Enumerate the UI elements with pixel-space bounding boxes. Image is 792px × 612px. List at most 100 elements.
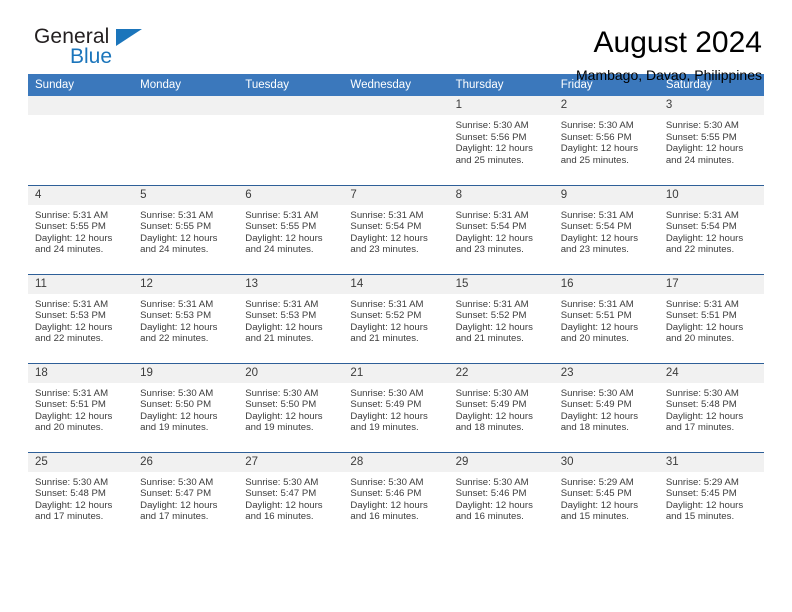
- daylight-text-line2: and 17 minutes.: [665, 422, 735, 434]
- day-details: Sunrise: 5:30 AM Sunset: 5:49 PM Daylight:…: [343, 383, 448, 434]
- daylight-text-line1: Daylight: 12 hours: [560, 232, 639, 244]
- daylight-text-line2: and 23 minutes.: [560, 244, 629, 256]
- calendar-day-cell[interactable]: 20 Sunrise: 5:30 AM Sunset: 5:50 PM Dayligh…: [238, 362, 344, 452]
- day-number: 15: [448, 274, 554, 294]
- daylight-text-line1: Daylight: 12 hours: [245, 321, 323, 333]
- calendar-day-cell[interactable]: 2 Sunrise: 5:30 AM Sunset: 5:56 PM Daylight…: [553, 96, 659, 185]
- calendar-day-cell[interactable]: 24 Sunrise: 5:30 AM Sunset: 5:48 PM Dayligh…: [658, 362, 764, 452]
- daylight-text-line1: Daylight: 12 hours: [350, 499, 428, 511]
- calendar-day-cell[interactable]: 21 Sunrise: 5:30 AM Sunset: 5:49 PM Dayligh…: [343, 362, 449, 452]
- day-number: 20: [238, 363, 344, 383]
- sunrise-text: Sunrise: 5:31 AM: [560, 209, 634, 221]
- day-number: 30: [553, 452, 659, 472]
- day-number: 10: [658, 185, 764, 205]
- calendar-day-cell[interactable]: 4 Sunrise: 5:31 AM Sunset: 5:55 PM Daylight…: [28, 184, 134, 274]
- sunrise-text: Sunrise: 5:31 AM: [140, 298, 214, 310]
- calendar-day-cell[interactable]: 26 Sunrise: 5:30 AM Sunset: 5:47 PM Dayligh…: [133, 451, 239, 541]
- general-blue-logo[interactable]: General Blue: [28, 26, 234, 67]
- sunset-text: Sunset: 5:56 PM: [560, 131, 632, 143]
- day-number: [343, 96, 449, 115]
- daylight-text-line1: Daylight: 12 hours: [35, 232, 113, 244]
- calendar-week-row: 1 Sunrise: 5:30 AM Sunset: 5:56 PM Daylight…: [28, 96, 764, 185]
- day-number: 21: [343, 363, 449, 383]
- sunset-text: Sunset: 5:54 PM: [665, 221, 737, 233]
- daylight-text-line2: and 15 minutes.: [560, 511, 629, 523]
- sunrise-text: Sunrise: 5:31 AM: [245, 209, 319, 221]
- calendar-day-cell[interactable]: 22 Sunrise: 5:30 AM Sunset: 5:49 PM Dayligh…: [448, 362, 554, 452]
- sunset-text: Sunset: 5:47 PM: [140, 488, 212, 500]
- daylight-text-line1: Daylight: 12 hours: [665, 321, 744, 333]
- daylight-text-line1: Daylight: 12 hours: [455, 232, 533, 244]
- daylight-text-line2: and 15 minutes.: [665, 511, 735, 523]
- calendar-day-cell[interactable]: 10 Sunrise: 5:31 AM Sunset: 5:54 PM Dayligh…: [658, 184, 764, 274]
- sunset-text: Sunset: 5:48 PM: [665, 399, 737, 411]
- sunrise-text: Sunrise: 5:31 AM: [665, 209, 739, 221]
- calendar-day-cell[interactable]: 23 Sunrise: 5:30 AM Sunset: 5:49 PM Dayligh…: [553, 362, 659, 452]
- sunrise-text: Sunrise: 5:30 AM: [455, 120, 529, 131]
- sunrise-text: Sunrise: 5:31 AM: [350, 209, 424, 221]
- calendar-day-cell[interactable]: 3 Sunrise: 5:30 AM Sunset: 5:55 PM Daylight…: [658, 96, 764, 185]
- calendar-week-row: 11 Sunrise: 5:31 AM Sunset: 5:53 PM Dayligh…: [28, 273, 764, 363]
- sunset-text: Sunset: 5:46 PM: [455, 488, 527, 500]
- day-details: Sunrise: 5:30 AM Sunset: 5:55 PM Daylight:…: [659, 115, 764, 166]
- calendar-day-cell[interactable]: 19 Sunrise: 5:30 AM Sunset: 5:50 PM Dayligh…: [133, 362, 239, 452]
- calendar-day-cell[interactable]: 16 Sunrise: 5:31 AM Sunset: 5:51 PM Dayligh…: [553, 273, 659, 363]
- calendar-day-cell[interactable]: 14 Sunrise: 5:31 AM Sunset: 5:52 PM Dayligh…: [343, 273, 449, 363]
- daylight-text-line1: Daylight: 12 hours: [455, 499, 533, 511]
- sunrise-text: Sunrise: 5:29 AM: [560, 476, 634, 488]
- day-details: Sunrise: 5:31 AM Sunset: 5:51 PM Daylight:…: [28, 383, 133, 434]
- calendar-day-cell[interactable]: 1 Sunrise: 5:30 AM Sunset: 5:56 PM Daylight…: [448, 96, 554, 185]
- sunrise-text: Sunrise: 5:29 AM: [665, 476, 739, 488]
- day-details: Sunrise: 5:31 AM Sunset: 5:55 PM Daylight:…: [28, 205, 133, 256]
- day-number: 2: [553, 96, 659, 115]
- daylight-text-line2: and 21 minutes.: [245, 333, 314, 345]
- sunrise-text: Sunrise: 5:31 AM: [35, 298, 109, 310]
- calendar-body: 1 Sunrise: 5:30 AM Sunset: 5:56 PM Daylight…: [28, 96, 764, 541]
- sunrise-text: Sunrise: 5:30 AM: [665, 387, 739, 399]
- calendar-week-row: 4 Sunrise: 5:31 AM Sunset: 5:55 PM Daylight…: [28, 184, 764, 274]
- calendar-day-cell[interactable]: 12 Sunrise: 5:31 AM Sunset: 5:53 PM Dayligh…: [133, 273, 239, 363]
- calendar-day-cell[interactable]: 15 Sunrise: 5:31 AM Sunset: 5:52 PM Dayligh…: [448, 273, 554, 363]
- calendar-day-cell[interactable]: 6 Sunrise: 5:31 AM Sunset: 5:55 PM Daylight…: [238, 184, 344, 274]
- daylight-text-line1: Daylight: 12 hours: [560, 499, 639, 511]
- day-number: 7: [343, 185, 449, 205]
- sunset-text: Sunset: 5:54 PM: [350, 221, 422, 233]
- calendar-day-cell[interactable]: 8 Sunrise: 5:31 AM Sunset: 5:54 PM Daylight…: [448, 184, 554, 274]
- calendar-week-row: 25 Sunrise: 5:30 AM Sunset: 5:48 PM Dayligh…: [28, 451, 764, 541]
- sunset-text: Sunset: 5:45 PM: [665, 488, 737, 500]
- calendar-day-cell[interactable]: 9 Sunrise: 5:31 AM Sunset: 5:54 PM Daylight…: [553, 184, 659, 274]
- daylight-text-line2: and 19 minutes.: [350, 422, 419, 434]
- calendar-day-cell[interactable]: 27 Sunrise: 5:30 AM Sunset: 5:47 PM Dayligh…: [238, 451, 344, 541]
- day-number: 18: [28, 363, 134, 383]
- daylight-text-line2: and 19 minutes.: [245, 422, 314, 434]
- sunrise-text: Sunrise: 5:30 AM: [140, 476, 214, 488]
- calendar-day-cell[interactable]: 18 Sunrise: 5:31 AM Sunset: 5:51 PM Dayligh…: [28, 362, 134, 452]
- sunset-text: Sunset: 5:55 PM: [665, 131, 737, 143]
- triangle-icon: [116, 29, 142, 46]
- calendar-day-cell[interactable]: 29 Sunrise: 5:30 AM Sunset: 5:46 PM Dayligh…: [448, 451, 554, 541]
- calendar-day-cell[interactable]: 30 Sunrise: 5:29 AM Sunset: 5:45 PM Dayligh…: [553, 451, 659, 541]
- daylight-text-line1: Daylight: 12 hours: [140, 410, 218, 422]
- calendar-day-cell[interactable]: 25 Sunrise: 5:30 AM Sunset: 5:48 PM Dayligh…: [28, 451, 134, 541]
- daylight-text-line2: and 19 minutes.: [140, 422, 209, 434]
- daylight-text-line1: Daylight: 12 hours: [35, 499, 113, 511]
- day-number: 6: [238, 185, 344, 205]
- sunrise-text: Sunrise: 5:31 AM: [455, 298, 529, 310]
- daylight-text-line1: Daylight: 12 hours: [245, 410, 323, 422]
- daylight-text-line1: Daylight: 12 hours: [560, 410, 639, 422]
- day-number: 26: [133, 452, 239, 472]
- daylight-text-line1: Daylight: 12 hours: [455, 321, 533, 333]
- calendar-day-cell[interactable]: 17 Sunrise: 5:31 AM Sunset: 5:51 PM Dayligh…: [658, 273, 764, 363]
- day-details: Sunrise: 5:31 AM Sunset: 5:55 PM Daylight:…: [238, 205, 343, 256]
- day-number: 22: [448, 363, 554, 383]
- calendar-day-cell[interactable]: 5 Sunrise: 5:31 AM Sunset: 5:55 PM Daylight…: [133, 184, 239, 274]
- calendar-day-cell[interactable]: 28 Sunrise: 5:30 AM Sunset: 5:46 PM Dayligh…: [343, 451, 449, 541]
- daylight-text-line2: and 21 minutes.: [455, 333, 524, 345]
- calendar-day-cell[interactable]: 11 Sunrise: 5:31 AM Sunset: 5:53 PM Dayligh…: [28, 273, 134, 363]
- sunrise-text: Sunrise: 5:30 AM: [35, 476, 109, 488]
- day-number: 31: [658, 452, 764, 472]
- calendar-day-cell[interactable]: 13 Sunrise: 5:31 AM Sunset: 5:53 PM Dayligh…: [238, 273, 344, 363]
- daylight-text-line1: Daylight: 12 hours: [665, 410, 744, 422]
- calendar-day-cell[interactable]: 31 Sunrise: 5:29 AM Sunset: 5:45 PM Dayligh…: [658, 451, 764, 541]
- calendar-day-cell[interactable]: 7 Sunrise: 5:31 AM Sunset: 5:54 PM Daylight…: [343, 184, 449, 274]
